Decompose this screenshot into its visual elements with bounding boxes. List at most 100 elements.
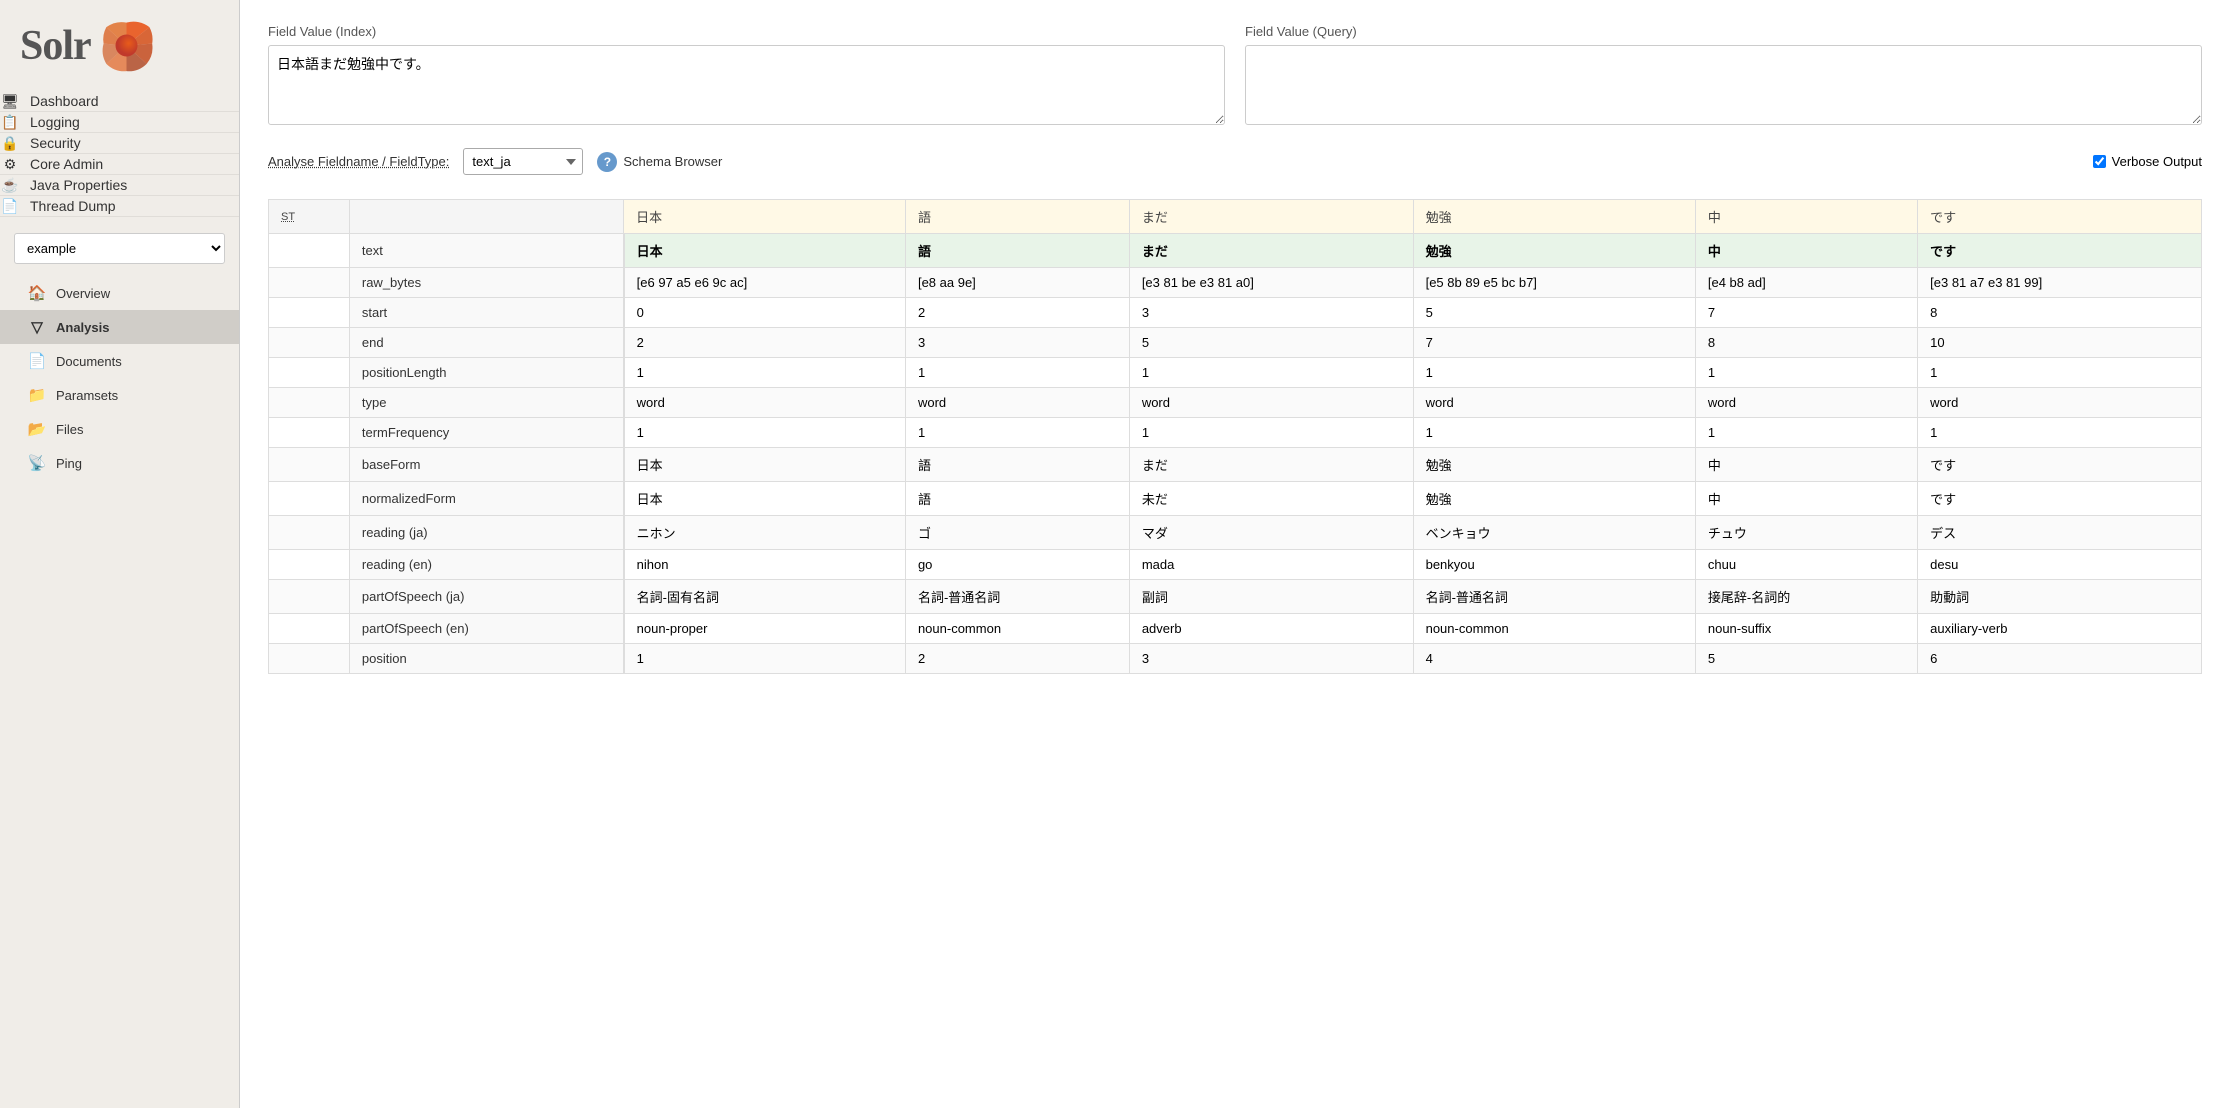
- verbose-output-label[interactable]: Verbose Output: [2093, 154, 2202, 169]
- sidebar-item-java-properties[interactable]: ☕ Java Properties: [0, 175, 239, 196]
- token-header-0: 日本: [624, 200, 906, 234]
- token-header-4: 中: [1695, 200, 1917, 234]
- st-cell: [269, 298, 350, 328]
- st-cell: [269, 614, 350, 644]
- token-cell: 語: [905, 482, 1129, 516]
- core-nav-item-files[interactable]: 📂 Files: [0, 412, 239, 446]
- java-properties-icon: ☕: [0, 175, 20, 195]
- main-nav: 🖥 Dashboard 📋 Logging 🔒 Security ⚙ Core …: [0, 87, 239, 221]
- sidebar-item-dashboard[interactable]: 🖥 Dashboard: [0, 91, 239, 112]
- token-cell: 勉強: [1413, 234, 1695, 268]
- row-label: start: [349, 298, 623, 328]
- core-nav-label: Ping: [56, 456, 82, 471]
- sidebar-item-thread-dump[interactable]: 📄 Thread Dump: [0, 196, 239, 217]
- sidebar-item-core-admin[interactable]: ⚙ Core Admin: [0, 154, 239, 175]
- token-cell: 2: [624, 328, 906, 358]
- st-cell: [269, 358, 350, 388]
- token-cell: word: [1918, 388, 2202, 418]
- core-selector[interactable]: example: [14, 233, 225, 264]
- token-cell: word: [905, 388, 1129, 418]
- token-cell: マダ: [1129, 516, 1413, 550]
- token-cell: auxiliary-verb: [1918, 614, 2202, 644]
- main-content: Field Value (Index) Field Value (Query) …: [240, 0, 2230, 1108]
- logging-icon: 📋: [0, 112, 20, 132]
- table-row: partOfSpeech (ja)名詞-固有名詞名詞-普通名詞副詞名詞-普通名詞…: [269, 580, 2202, 614]
- st-cell: [269, 328, 350, 358]
- home-icon: 🏠: [28, 284, 46, 302]
- core-nav-label: Analysis: [56, 320, 109, 335]
- sidebar-item-label: Logging: [30, 114, 80, 130]
- core-nav: 🏠 Overview ▽ Analysis 📄 Documents 📁 Para…: [0, 272, 239, 484]
- token-header-5: です: [1918, 200, 2202, 234]
- token-cell: adverb: [1129, 614, 1413, 644]
- token-cell: go: [905, 550, 1129, 580]
- token-cell: 0: [624, 298, 906, 328]
- security-icon: 🔒: [0, 133, 20, 153]
- core-nav-label: Paramsets: [56, 388, 118, 403]
- token-cell: 7: [1695, 298, 1917, 328]
- token-cell: 1: [905, 358, 1129, 388]
- st-cell: [269, 644, 350, 674]
- token-cell: ゴ: [905, 516, 1129, 550]
- table-row: typewordwordwordwordwordword: [269, 388, 2202, 418]
- token-cell: 名詞-普通名詞: [1413, 580, 1695, 614]
- token-cell: nihon: [624, 550, 906, 580]
- analysis-table-container: ST 日本 語 まだ 勉強 中 です text日本語まだ勉強中ですraw_byt…: [268, 199, 2202, 674]
- token-cell: 3: [905, 328, 1129, 358]
- token-cell: [e4 b8 ad]: [1695, 268, 1917, 298]
- row-label: positionLength: [349, 358, 623, 388]
- st-cell: [269, 418, 350, 448]
- token-cell: 1: [624, 418, 906, 448]
- analyse-row: Analyse Fieldname / FieldType: text_ja ?…: [268, 148, 2202, 175]
- token-cell: [e6 97 a5 e6 9c ac]: [624, 268, 906, 298]
- token-cell: 7: [1413, 328, 1695, 358]
- token-cell: noun-suffix: [1695, 614, 1917, 644]
- token-cell: benkyou: [1413, 550, 1695, 580]
- sidebar-item-label: Thread Dump: [30, 198, 116, 214]
- token-cell: 5: [1413, 298, 1695, 328]
- sidebar-item-security[interactable]: 🔒 Security: [0, 133, 239, 154]
- row-label: baseForm: [349, 448, 623, 482]
- token-cell: 勉強: [1413, 482, 1695, 516]
- token-cell: 日本: [624, 448, 906, 482]
- st-column-header: ST: [269, 200, 350, 234]
- token-cell: 2: [905, 644, 1129, 674]
- documents-icon: 📄: [28, 352, 46, 370]
- core-nav-item-paramsets[interactable]: 📁 Paramsets: [0, 378, 239, 412]
- verbose-output-checkbox[interactable]: [2093, 155, 2106, 168]
- field-value-section: Field Value (Index) Field Value (Query): [268, 24, 2202, 128]
- core-nav-item-analysis[interactable]: ▽ Analysis: [0, 310, 239, 344]
- token-header-2: まだ: [1129, 200, 1413, 234]
- core-nav-item-ping[interactable]: 📡 Ping: [0, 446, 239, 480]
- core-nav-label: Documents: [56, 354, 122, 369]
- token-cell: 助動詞: [1918, 580, 2202, 614]
- table-row: reading (en)nihongomadabenkyouchuudesu: [269, 550, 2202, 580]
- core-nav-label: Overview: [56, 286, 110, 301]
- token-cell: 日本: [624, 234, 906, 268]
- token-cell: 日本: [624, 482, 906, 516]
- token-cell: 勉強: [1413, 448, 1695, 482]
- table-row: termFrequency111111: [269, 418, 2202, 448]
- token-cell: desu: [1918, 550, 2202, 580]
- sidebar-item-logging[interactable]: 📋 Logging: [0, 112, 239, 133]
- core-nav-label: Files: [56, 422, 83, 437]
- field-value-index-textarea[interactable]: [268, 45, 1225, 125]
- token-cell: [e3 81 be e3 81 a0]: [1129, 268, 1413, 298]
- schema-browser-link[interactable]: ? Schema Browser: [597, 152, 722, 172]
- token-cell: チュウ: [1695, 516, 1917, 550]
- core-nav-item-overview[interactable]: 🏠 Overview: [0, 276, 239, 310]
- token-cell: 1: [1129, 418, 1413, 448]
- token-cell: word: [1695, 388, 1917, 418]
- ping-icon: 📡: [28, 454, 46, 472]
- core-select-dropdown[interactable]: example: [14, 233, 225, 264]
- fieldtype-select[interactable]: text_ja: [463, 148, 583, 175]
- token-cell: 8: [1695, 328, 1917, 358]
- table-row: partOfSpeech (en)noun-propernoun-commona…: [269, 614, 2202, 644]
- token-cell: noun-common: [1413, 614, 1695, 644]
- field-value-query-textarea[interactable]: [1245, 45, 2202, 125]
- core-nav-item-documents[interactable]: 📄 Documents: [0, 344, 239, 378]
- token-cell: 中: [1695, 482, 1917, 516]
- table-row: start023578: [269, 298, 2202, 328]
- verbose-output-text: Verbose Output: [2112, 154, 2202, 169]
- row-label: position: [349, 644, 623, 674]
